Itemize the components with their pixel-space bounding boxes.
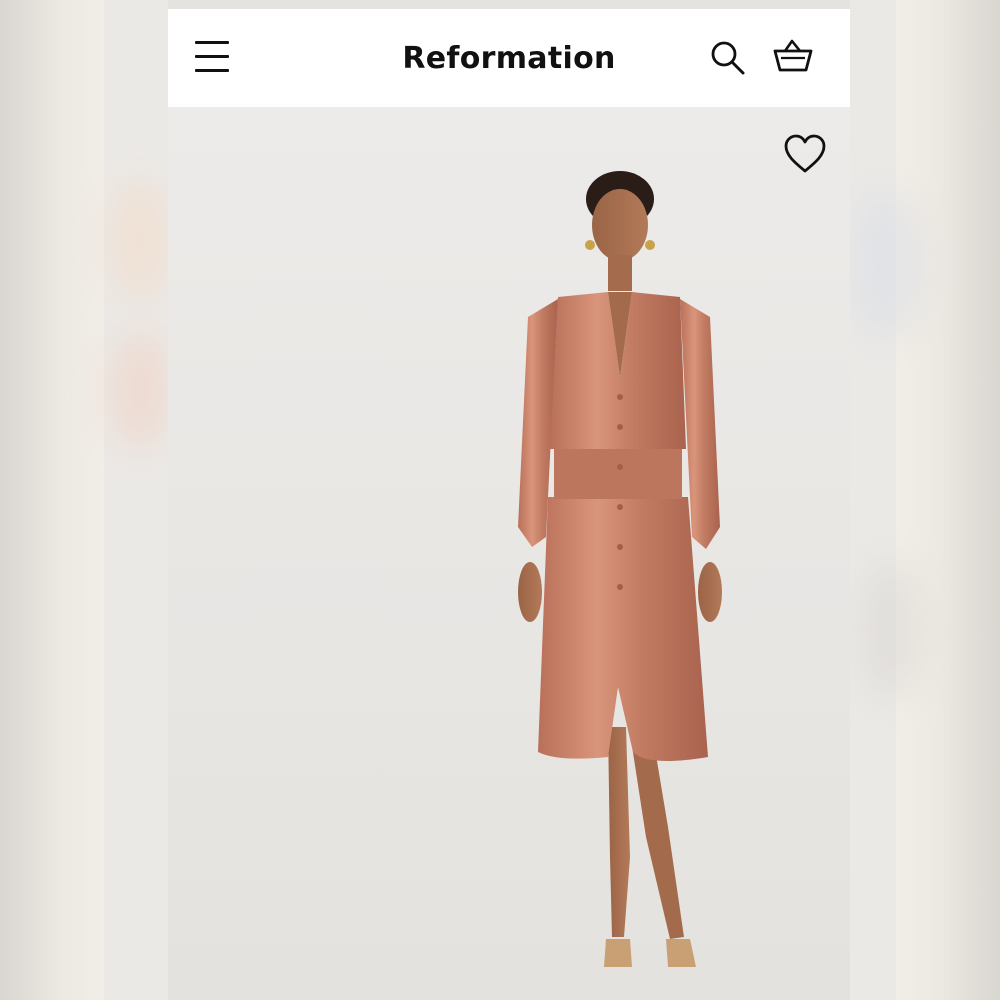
brand-logo[interactable]: Reformation	[402, 41, 615, 76]
status-strip	[168, 0, 850, 9]
menu-icon[interactable]	[195, 39, 229, 75]
search-icon[interactable]	[708, 38, 748, 78]
top-navigation-bar: Reformation	[168, 9, 850, 107]
product-image[interactable]	[168, 107, 850, 1000]
app-screen: Reformation	[168, 0, 850, 1000]
model-illustration	[518, 171, 722, 967]
shopping-bag-icon[interactable]	[771, 36, 815, 76]
heart-icon[interactable]	[782, 133, 828, 175]
